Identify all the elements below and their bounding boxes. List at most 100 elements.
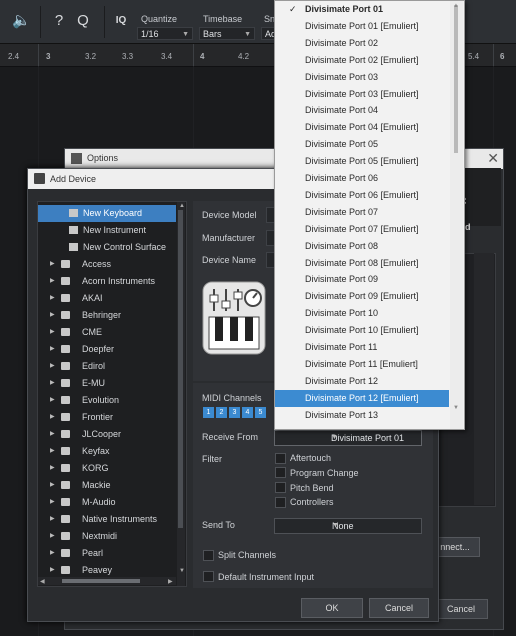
quantize-select[interactable]: 1/16 ▼ bbox=[137, 27, 193, 40]
dropdown-item[interactable]: Divisimate Port 05 [Emuliert] bbox=[275, 153, 449, 170]
expand-arrow-icon[interactable]: ▶ bbox=[50, 477, 55, 494]
scroll-up-arrow[interactable]: ▲ bbox=[179, 203, 185, 209]
iq-button[interactable]: IQ bbox=[112, 12, 130, 30]
expand-arrow-icon[interactable]: ▶ bbox=[50, 511, 55, 528]
tree-item[interactable]: ▶ Frontier bbox=[38, 409, 176, 426]
receive-from-select[interactable]: Divisimate Port 01 ▼ bbox=[274, 430, 422, 446]
dropdown-item[interactable]: Divisimate Port 10 [Emuliert] bbox=[275, 322, 449, 339]
expand-arrow-icon[interactable]: ▶ bbox=[50, 290, 55, 307]
expand-arrow-icon[interactable]: ▶ bbox=[50, 443, 55, 460]
expand-arrow-icon[interactable]: ▶ bbox=[50, 460, 55, 477]
dropdown-item[interactable]: Divisimate Port 11 bbox=[275, 339, 449, 356]
split-channels-checkbox[interactable] bbox=[203, 550, 214, 561]
tree-hscroll-thumb[interactable] bbox=[62, 579, 140, 583]
tree-item[interactable]: ▶ Pearl bbox=[38, 545, 176, 562]
dropdown-item[interactable]: Divisimate Port 09 [Emuliert] bbox=[275, 288, 449, 305]
dropdown-item[interactable]: Divisimate Port 12 bbox=[275, 373, 449, 390]
dropdown-item[interactable]: Divisimate Port 01 [Emuliert] bbox=[275, 18, 449, 35]
tree-item[interactable]: ▶ Nextmidi bbox=[38, 528, 176, 545]
device-tree[interactable]: New Keyboard New Instrument New Control Su… bbox=[37, 201, 187, 587]
snap-select[interactable]: Ad bbox=[261, 27, 276, 40]
expand-arrow-icon[interactable]: ▶ bbox=[50, 307, 55, 324]
dropdown-item[interactable]: Divisimate Port 13 bbox=[275, 407, 449, 424]
scroll-left-arrow[interactable]: ◀ bbox=[40, 578, 45, 585]
scroll-down-arrow[interactable]: ▼ bbox=[453, 405, 459, 411]
midi-channel-4[interactable]: 4 bbox=[242, 407, 253, 418]
expand-arrow-icon[interactable]: ▶ bbox=[50, 273, 55, 290]
dropdown-item[interactable]: Divisimate Port 02 [Emuliert] bbox=[275, 52, 449, 69]
midi-channel-5[interactable]: 5 bbox=[255, 407, 266, 418]
dropdown-scroll-thumb[interactable] bbox=[454, 5, 458, 153]
dropdown-item[interactable]: ✓ Divisimate Port 01 bbox=[275, 1, 449, 18]
tree-item[interactable]: ▶ Keyfax bbox=[38, 443, 176, 460]
controllers-checkbox[interactable] bbox=[275, 497, 286, 508]
close-icon[interactable]: ✕ bbox=[487, 150, 499, 167]
midi-channel-1[interactable]: 1 bbox=[203, 407, 214, 418]
dropdown-item[interactable]: Divisimate Port 12 [Emuliert] bbox=[275, 389, 449, 407]
scroll-down-arrow[interactable]: ▼ bbox=[179, 568, 185, 574]
tree-item[interactable]: ▶ Behringer bbox=[38, 307, 176, 324]
ok-button[interactable]: OK bbox=[301, 598, 363, 618]
expand-arrow-icon[interactable]: ▶ bbox=[50, 528, 55, 545]
options-scrollbar[interactable] bbox=[474, 253, 494, 505]
cancel-button[interactable]: Cancel bbox=[369, 598, 429, 618]
default-instrument-checkbox[interactable] bbox=[203, 571, 214, 582]
send-to-select[interactable]: None ▼ bbox=[274, 518, 422, 534]
dropdown-item[interactable]: Divisimate Port 05 bbox=[275, 136, 449, 153]
scroll-up-arrow[interactable]: ▲ bbox=[453, 3, 459, 9]
dropdown-item[interactable]: Divisimate Port 08 [Emuliert] bbox=[275, 255, 449, 272]
speaker-icon[interactable]: 🔈 bbox=[12, 12, 31, 30]
tree-item[interactable]: ▶ Evolution bbox=[38, 392, 176, 409]
help-button[interactable]: ? bbox=[50, 12, 68, 30]
options-cancel-button[interactable]: Cancel bbox=[434, 599, 488, 619]
dropdown-item[interactable]: Divisimate Port 06 [Emuliert] bbox=[275, 187, 449, 204]
tree-item[interactable]: ▶ Native Instruments bbox=[38, 511, 176, 528]
expand-arrow-icon[interactable]: ▶ bbox=[50, 375, 55, 392]
search-button[interactable]: Q bbox=[74, 12, 92, 30]
dropdown-item[interactable]: Divisimate Port 04 bbox=[275, 102, 449, 119]
expand-arrow-icon[interactable]: ▶ bbox=[50, 256, 55, 273]
tree-item[interactable]: ▶ JLCooper bbox=[38, 426, 176, 443]
dropdown-item[interactable]: Divisimate Port 06 bbox=[275, 170, 449, 187]
tree-item[interactable]: New Keyboard bbox=[38, 205, 176, 222]
dropdown-item[interactable]: Divisimate Port 04 [Emuliert] bbox=[275, 119, 449, 136]
receive-from-dropdown[interactable]: ✓ Divisimate Port 01 Divisimate Port 01 [E… bbox=[274, 0, 465, 430]
expand-arrow-icon[interactable]: ▶ bbox=[50, 358, 55, 375]
tree-item[interactable]: ▶ Mackie bbox=[38, 477, 176, 494]
dropdown-item[interactable]: Divisimate Port 03 bbox=[275, 69, 449, 86]
dropdown-item[interactable]: Divisimate Port 11 [Emuliert] bbox=[275, 356, 449, 373]
tree-item[interactable]: ▶ AKAI bbox=[38, 290, 176, 307]
pitch-bend-checkbox[interactable] bbox=[275, 482, 286, 493]
dropdown-item[interactable]: Divisimate Port 08 bbox=[275, 238, 449, 255]
dropdown-item[interactable]: Divisimate Port 02 bbox=[275, 35, 449, 52]
tree-scroll-thumb[interactable] bbox=[178, 210, 183, 528]
tree-item[interactable]: ▶ Access bbox=[38, 256, 176, 273]
program-change-checkbox[interactable] bbox=[275, 467, 286, 478]
midi-channel-3[interactable]: 3 bbox=[229, 407, 240, 418]
expand-arrow-icon[interactable]: ▶ bbox=[50, 324, 55, 341]
dropdown-item[interactable]: Divisimate Port 07 [Emuliert] bbox=[275, 221, 449, 238]
tree-item[interactable]: ▶ Edirol bbox=[38, 358, 176, 375]
tree-item[interactable]: ▶ Doepfer bbox=[38, 341, 176, 358]
timebase-select[interactable]: Bars ▼ bbox=[199, 27, 255, 40]
expand-arrow-icon[interactable]: ▶ bbox=[50, 545, 55, 562]
tree-item[interactable]: New Instrument bbox=[38, 222, 176, 239]
tree-item[interactable]: ▶ Acorn Instruments bbox=[38, 273, 176, 290]
expand-arrow-icon[interactable]: ▶ bbox=[50, 494, 55, 511]
dropdown-item[interactable]: Divisimate Port 07 bbox=[275, 204, 449, 221]
expand-arrow-icon[interactable]: ▶ bbox=[50, 341, 55, 358]
dropdown-item[interactable]: Divisimate Port 10 bbox=[275, 305, 449, 322]
aftertouch-checkbox[interactable] bbox=[275, 453, 286, 464]
expand-arrow-icon[interactable]: ▶ bbox=[50, 426, 55, 443]
dropdown-item[interactable]: Divisimate Port 03 [Emuliert] bbox=[275, 86, 449, 103]
tree-item[interactable]: New Control Surface bbox=[38, 239, 176, 256]
tree-item[interactable]: ▶ CME bbox=[38, 324, 176, 341]
dropdown-item[interactable]: Divisimate Port 09 bbox=[275, 271, 449, 288]
tree-item[interactable]: ▶ E-MU bbox=[38, 375, 176, 392]
scroll-right-arrow[interactable]: ▶ bbox=[168, 578, 173, 585]
midi-channel-2[interactable]: 2 bbox=[216, 407, 227, 418]
keyboard-device-icon[interactable] bbox=[202, 281, 266, 355]
expand-arrow-icon[interactable]: ▶ bbox=[50, 409, 55, 426]
tree-item[interactable]: ▶ M-Audio bbox=[38, 494, 176, 511]
expand-arrow-icon[interactable]: ▶ bbox=[50, 392, 55, 409]
